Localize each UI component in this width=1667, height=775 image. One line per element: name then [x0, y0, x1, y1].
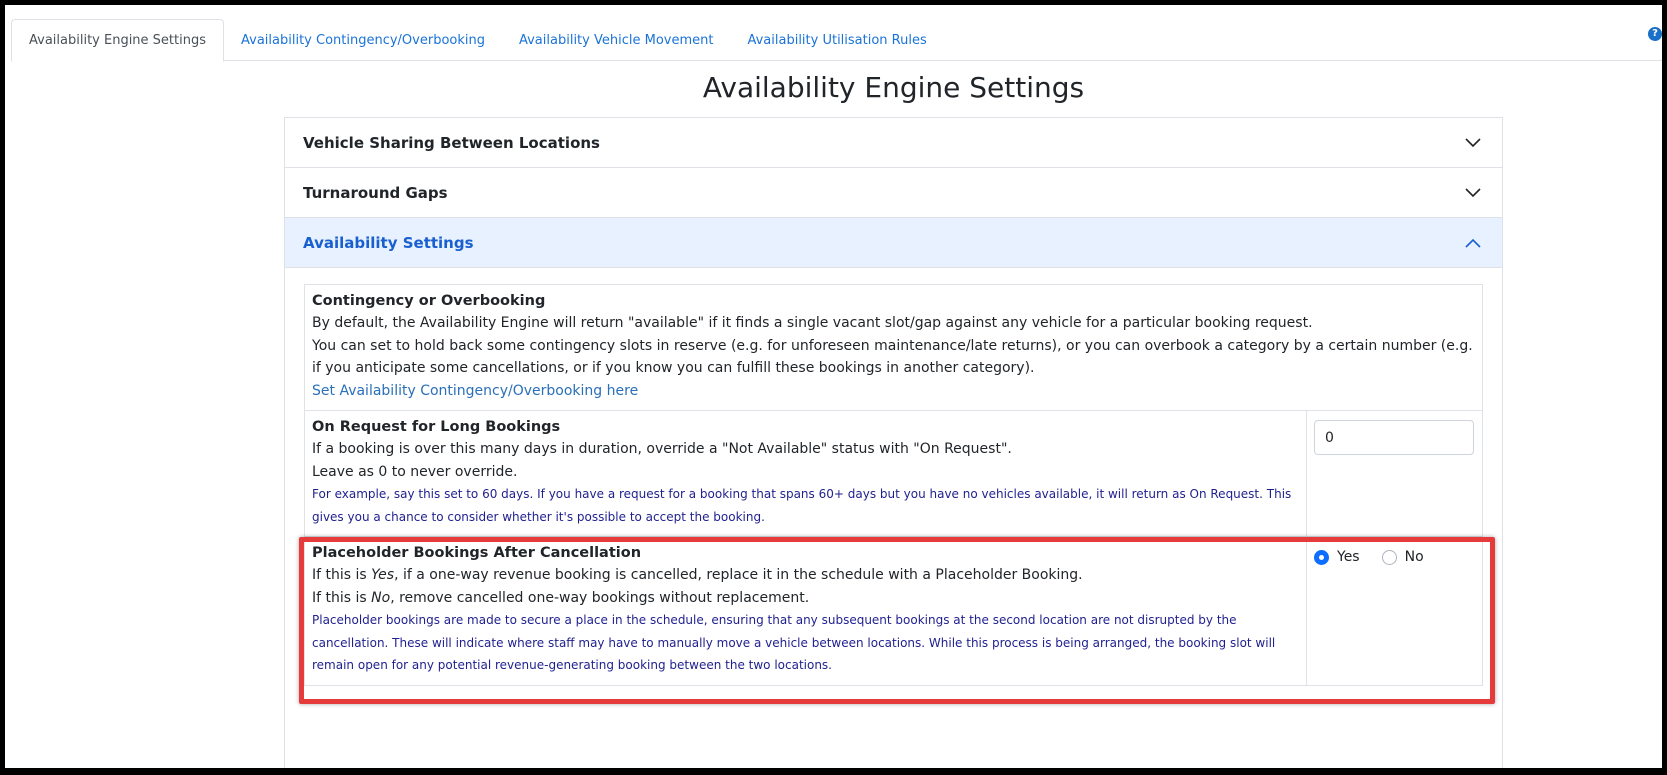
accordion-label: Vehicle Sharing Between Locations	[303, 133, 600, 152]
chevron-down-icon	[1465, 137, 1481, 147]
setting-row-contingency: Contingency or Overbooking By default, t…	[304, 284, 1483, 411]
set-contingency-link[interactable]: Set Availability Contingency/Overbooking…	[312, 380, 638, 403]
settings-table: Contingency or Overbooking By default, t…	[304, 284, 1483, 686]
setting-note: For example, say this set to 60 days. If…	[312, 487, 1292, 524]
chevron-up-icon	[1465, 238, 1481, 248]
setting-description: Leave as 0 to never override.	[312, 463, 518, 480]
setting-description: By default, the Availability Engine will…	[312, 315, 1313, 331]
tab-availability-utilisation-rules[interactable]: Availability Utilisation Rules	[730, 19, 943, 61]
settings-accordion: Vehicle Sharing Between Locations Turnar…	[284, 117, 1503, 768]
tab-bar: Availability Engine Settings Availabilit…	[11, 19, 1662, 62]
setting-description: You can set to hold back some contingenc…	[312, 337, 1473, 377]
setting-title: Placeholder Bookings After Cancellation	[312, 545, 642, 561]
availability-settings-body: Contingency or Overbooking By default, t…	[285, 268, 1502, 686]
tab-availability-engine-settings[interactable]: Availability Engine Settings	[11, 19, 224, 62]
text-fragment: , remove cancelled one-way bookings with…	[390, 589, 810, 606]
text-emphasis: No	[371, 589, 391, 606]
page-title: Availability Engine Settings	[702, 71, 1085, 104]
setting-row-on-request: On Request for Long Bookings If a bookin…	[304, 410, 1483, 537]
setting-row-placeholder: Placeholder Bookings After Cancellation …	[304, 536, 1483, 686]
no-radio[interactable]	[1381, 549, 1397, 565]
chevron-down-icon	[1465, 187, 1481, 197]
accordion-vehicle-sharing[interactable]: Vehicle Sharing Between Locations	[285, 118, 1502, 168]
setting-note: Placeholder bookings are made to secure …	[312, 613, 1276, 672]
placeholder-radio-group: Yes No	[1314, 549, 1475, 565]
on-request-days-input[interactable]	[1314, 420, 1474, 455]
text-fragment: If this is	[312, 589, 372, 606]
question-circle-icon[interactable]: ?	[1648, 27, 1662, 41]
accordion-label: Availability Settings	[303, 233, 474, 252]
accordion-label: Turnaround Gaps	[303, 183, 448, 202]
setting-description: If this is Yes, if a one-way revenue boo…	[312, 564, 1299, 587]
yes-radio-label[interactable]: Yes	[1337, 549, 1360, 565]
yes-radio[interactable]	[1314, 549, 1329, 565]
text-fragment: If this is	[312, 567, 372, 583]
setting-description: If a booking is over this many days in d…	[312, 441, 1012, 457]
setting-description: If this is No, remove cancelled one-way …	[312, 587, 1299, 610]
app-window: Availability Engine Settings Availabilit…	[5, 5, 1662, 768]
text-emphasis: Yes	[371, 567, 395, 583]
setting-title: On Request for Long Bookings	[312, 419, 561, 435]
accordion-turnaround-gaps[interactable]: Turnaround Gaps	[285, 168, 1502, 218]
setting-title: Contingency or Overbooking	[312, 293, 546, 309]
no-radio-label[interactable]: No	[1405, 549, 1424, 565]
tab-availability-contingency-overbooking[interactable]: Availability Contingency/Overbooking	[224, 19, 502, 61]
accordion-availability-settings[interactable]: Availability Settings	[285, 218, 1502, 268]
tab-availability-vehicle-movement[interactable]: Availability Vehicle Movement	[502, 19, 730, 61]
text-fragment: , if a one-way revenue booking is cancel…	[394, 567, 1083, 583]
